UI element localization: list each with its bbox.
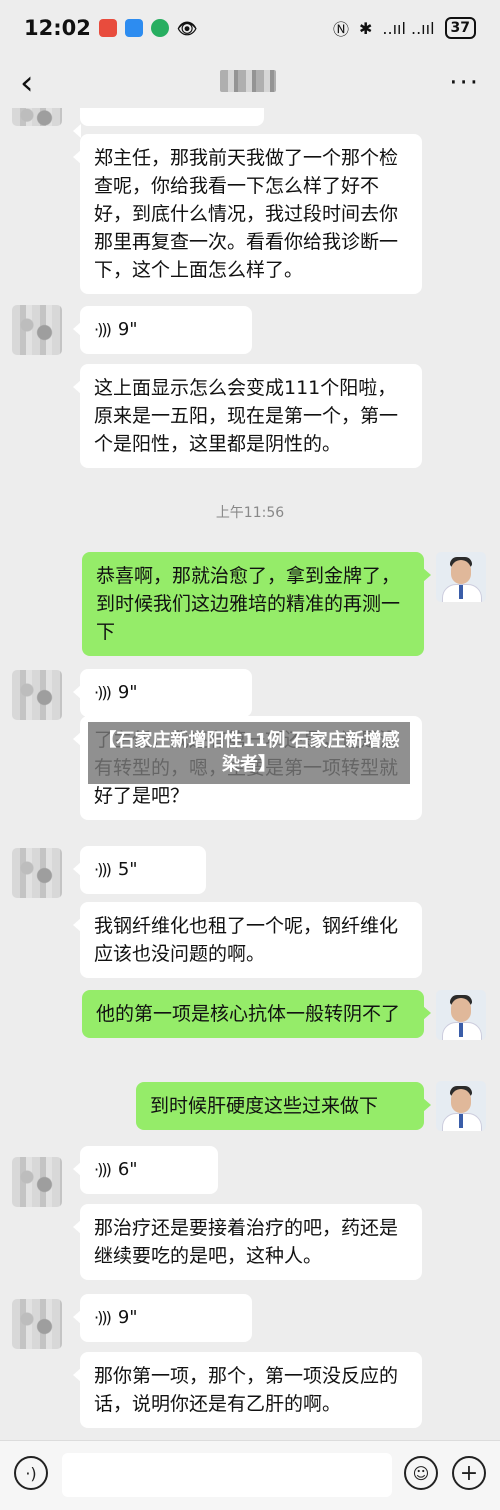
message-text: 我钢纤维化也租了一个呢，钢纤维化应该也没问题的啊。 [94, 915, 399, 965]
app-notification-icon [98, 19, 117, 37]
doctor-avatar [436, 552, 486, 602]
contact-avatar [12, 108, 62, 126]
voice-duration: 6" [117, 1159, 138, 1180]
contact-avatar [12, 848, 62, 898]
voice-message[interactable]: ·))) 9" [73, 669, 252, 717]
voice-message[interactable]: ·))) 9" [73, 306, 252, 354]
voice-wave-icon: ·))) [94, 1160, 112, 1179]
message-text: 他的第一项是核心抗体一般转阴不了 [96, 1003, 401, 1025]
message-bubble[interactable]: 那治疗还是要接着治疗的吧，药还是继续要吃的是吧，这种人。 [73, 1204, 422, 1280]
message-text: 郑主任，那我前天我做了一个那个检查呢，你给我看一下怎么样了好不好，到底什么情况，… [94, 147, 399, 281]
message-bubble-sent[interactable]: 恭喜啊，那就治愈了，拿到金牌了，到时候我们这边雅培的精准的再测一下 [82, 552, 431, 656]
doctor-avatar [436, 990, 486, 1040]
contact-avatar [12, 305, 62, 355]
chat-input-bar: ·) ☺ + [0, 1440, 500, 1510]
contact-name-blurred [220, 70, 276, 92]
voice-duration: 9" [117, 319, 138, 340]
voice-message[interactable]: ·))) 9" [73, 1294, 252, 1342]
message-bubble-sent[interactable]: 到时候肝硬度这些过来做下 [136, 1082, 431, 1130]
message-input[interactable] [62, 1453, 392, 1497]
emoji-icon[interactable]: ☺ [404, 1456, 438, 1490]
voice-wave-icon: ·))) [94, 683, 112, 702]
message-bubble[interactable]: 那你第一项，那个，第一项没反应的话，说明你还是有乙肝的啊。 [73, 1352, 422, 1428]
contact-avatar [12, 1157, 62, 1207]
status-time: 12:02 [24, 16, 91, 40]
doctor-avatar [436, 1081, 486, 1131]
message-text: 恭喜啊，那就治愈了，拿到金牌了，到时候我们这边雅培的精准的再测一下 [96, 565, 401, 643]
voice-duration: 9" [117, 682, 138, 703]
battery-indicator: 37 [444, 17, 476, 39]
message-text: 这上面显示怎么会变成111个阳啦，原来是一五阳，现在是第一个，第一个是阳性，这里… [94, 377, 399, 455]
voice-message[interactable]: ·))) 6" [73, 1146, 218, 1194]
app-notification-icon-2 [150, 19, 169, 37]
voice-wave-icon: ·))) [94, 860, 112, 879]
signal-icon: ..ııl ..ııl [382, 18, 435, 38]
message-bubble[interactable]: 这上面显示怎么会变成111个阳啦，原来是一五阳，现在是第一个，第一个是阳性，这里… [73, 364, 422, 468]
message-bubble[interactable]: 我钢纤维化也租了一个呢，钢纤维化应该也没问题的啊。 [73, 902, 422, 978]
message-bubble-partial [73, 108, 264, 138]
message-bubble[interactable]: 郑主任，那我前天我做了一个那个检查呢，你给我看一下怎么样了好不好，到底什么情况，… [73, 134, 422, 294]
overlay-caption: 【石家庄新增阳性11例 石家庄新增感染者】 [88, 722, 410, 784]
status-bar: 12:02 👁 Ⓝ ✱ ..ııl ..ııl 37 [0, 0, 500, 56]
message-text: 那你第一项，那个，第一项没反应的话，说明你还是有乙肝的啊。 [94, 1365, 399, 1415]
voice-mode-icon[interactable]: ·) [14, 1456, 48, 1490]
voice-duration: 5" [117, 859, 138, 880]
bluetooth-icon: ✱ [359, 18, 373, 38]
plus-icon[interactable]: + [452, 1456, 486, 1490]
voice-duration: 9" [117, 1307, 138, 1328]
message-notification-icon [124, 19, 143, 37]
timestamp: 上午11:56 [215, 505, 285, 521]
message-bubble-sent[interactable]: 他的第一项是核心抗体一般转阴不了 [82, 990, 431, 1038]
more-options-icon[interactable]: ··· [449, 68, 480, 98]
message-text: 到时候肝硬度这些过来做下 [150, 1095, 379, 1117]
voice-wave-icon: ·))) [94, 320, 112, 339]
back-icon[interactable]: ‹ [20, 66, 34, 100]
voice-wave-icon: ·))) [94, 1308, 112, 1327]
voice-message[interactable]: ·))) 5" [73, 846, 206, 894]
eye-icon: 👁 [176, 18, 198, 38]
message-text: 那治疗还是要接着治疗的吧，药还是继续要吃的是吧，这种人。 [94, 1217, 399, 1267]
contact-avatar [12, 1299, 62, 1349]
contact-avatar [12, 670, 62, 720]
nfc-icon: Ⓝ [332, 20, 349, 39]
